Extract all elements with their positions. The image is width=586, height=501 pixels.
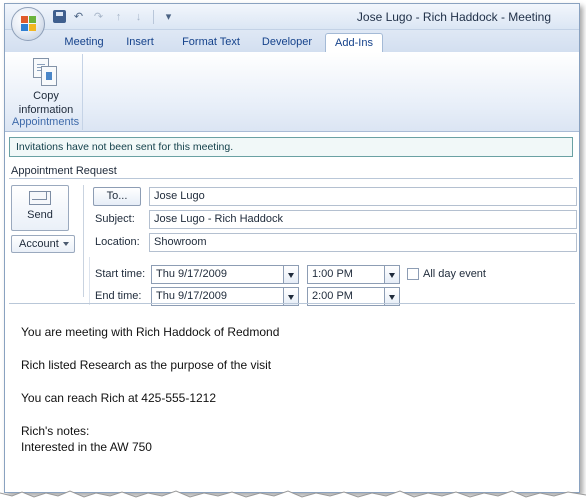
location-label: Location: xyxy=(95,236,140,248)
account-label: Account xyxy=(19,238,59,250)
start-time-picker[interactable]: 1:00 PM xyxy=(307,265,400,284)
down-arrow-icon[interactable]: ↓ xyxy=(131,9,146,24)
appointments-group: Copy information Appointments xyxy=(9,54,83,130)
toolbar-separator xyxy=(153,9,154,24)
to-field[interactable]: Jose Lugo xyxy=(149,187,577,206)
envelope-icon xyxy=(29,191,51,205)
body-line: Rich's notes: xyxy=(21,424,90,438)
info-bar: Invitations have not been sent for this … xyxy=(9,137,573,157)
divider xyxy=(9,178,573,179)
undo-icon[interactable]: ↶ xyxy=(71,9,86,24)
up-arrow-icon[interactable]: ↑ xyxy=(111,9,126,24)
save-icon[interactable] xyxy=(53,10,66,23)
ribbon-tabs: Meeting Insert Format Text Developer Add… xyxy=(5,30,579,52)
tab-meeting[interactable]: Meeting xyxy=(57,33,111,52)
tab-insert[interactable]: Insert xyxy=(117,33,163,52)
divider xyxy=(89,257,90,305)
tab-format-text[interactable]: Format Text xyxy=(171,33,251,52)
start-time-label: Start time: xyxy=(95,268,146,280)
body-line: You can reach Rich at 425-555-1212 xyxy=(21,391,217,405)
torn-edge-decoration xyxy=(0,490,586,501)
start-time-value: 1:00 PM xyxy=(312,268,353,280)
start-date-value: Thu 9/17/2009 xyxy=(156,268,227,280)
copy-information-label-line2: information xyxy=(18,104,74,116)
divider xyxy=(9,303,575,304)
end-date-value: Thu 9/17/2009 xyxy=(156,290,227,302)
appointment-request-label: Appointment Request xyxy=(11,165,117,177)
office-button[interactable] xyxy=(11,7,45,41)
ribbon: Copy information Appointments xyxy=(5,52,579,132)
dropdown-arrow-icon[interactable] xyxy=(283,266,298,283)
dropdown-arrow-icon[interactable] xyxy=(384,266,399,283)
redo-icon[interactable]: ↷ xyxy=(91,9,106,24)
quick-access-toolbar: ↶ ↷ ↑ ↓ ▾ xyxy=(53,9,176,24)
all-day-event-checkbox[interactable] xyxy=(407,268,419,280)
copy-information-label-line1: Copy xyxy=(33,90,59,102)
window-title: Jose Lugo - Rich Haddock - Meeting xyxy=(356,10,551,24)
body-line: Interested in the AW 750 xyxy=(21,440,152,454)
tab-developer[interactable]: Developer xyxy=(255,33,319,52)
tab-add-ins[interactable]: Add-Ins xyxy=(325,33,383,52)
body-line: You are meeting with Rich Haddock of Red… xyxy=(21,325,280,339)
copy-information-button[interactable]: Copy information xyxy=(15,56,77,116)
copy-information-icon xyxy=(31,58,61,88)
account-button[interactable]: Account xyxy=(11,235,75,253)
send-label: Send xyxy=(27,209,53,221)
title-bar: ↶ ↷ ↑ ↓ ▾ Jose Lugo - Rich Haddock - Mee… xyxy=(5,4,579,30)
group-label: Appointments xyxy=(11,116,80,128)
meeting-body[interactable]: You are meeting with Rich Haddock of Red… xyxy=(21,324,279,455)
outlook-meeting-window: ↶ ↷ ↑ ↓ ▾ Jose Lugo - Rich Haddock - Mee… xyxy=(4,3,580,493)
location-field[interactable]: Showroom xyxy=(149,233,577,252)
all-day-event-label: All day event xyxy=(423,268,486,280)
office-logo-icon xyxy=(21,16,36,31)
customize-toolbar-icon[interactable]: ▾ xyxy=(161,9,176,24)
vertical-divider xyxy=(83,185,84,297)
start-date-picker[interactable]: Thu 9/17/2009 xyxy=(151,265,299,284)
to-button[interactable]: To... xyxy=(93,187,141,206)
chevron-down-icon xyxy=(63,242,69,246)
subject-label: Subject: xyxy=(95,213,135,225)
end-time-value: 2:00 PM xyxy=(312,290,353,302)
end-time-label: End time: xyxy=(95,290,142,302)
body-line: Rich listed Research as the purpose of t… xyxy=(21,358,272,372)
subject-field[interactable]: Jose Lugo - Rich Haddock xyxy=(149,210,577,229)
send-button[interactable]: Send xyxy=(11,185,69,231)
